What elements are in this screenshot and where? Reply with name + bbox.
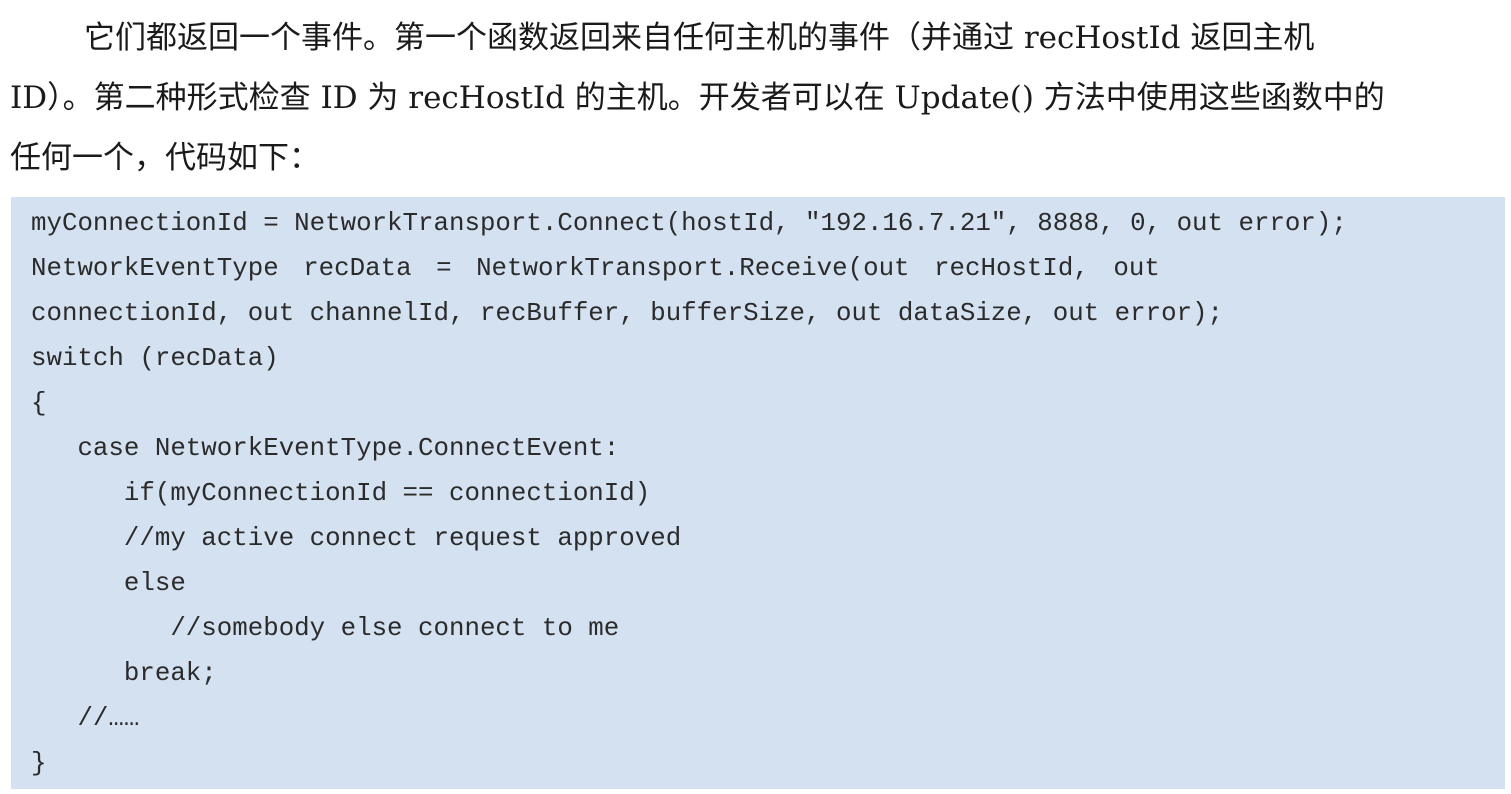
code-line: break; (31, 659, 217, 688)
code-line: else (31, 569, 186, 598)
paragraph-line: ID）。第二种形式检查 ID 为 recHostId 的主机。开发者可以在 Up… (10, 80, 1385, 116)
body-paragraph: 它们都返回一个事件。第一个函数返回来自任何主机的事件（并通过 recHostId… (10, 8, 1506, 188)
code-line: NetworkEventType recData = NetworkTransp… (31, 254, 1160, 283)
code-block: myConnectionId = NetworkTransport.Connec… (11, 197, 1505, 789)
code-line: myConnectionId = NetworkTransport.Connec… (31, 209, 1347, 238)
code-line: { (31, 389, 47, 418)
paragraph-line: 它们都返回一个事件。第一个函数返回来自任何主机的事件（并通过 recHostId… (84, 20, 1315, 56)
code-line: connectionId, out channelId, recBuffer, … (31, 299, 1224, 328)
code-line: switch (recData) (31, 344, 279, 373)
code-line: case NetworkEventType.ConnectEvent: (31, 434, 620, 463)
code-line: } (31, 749, 47, 778)
code-line: //…… (31, 704, 140, 733)
document-page: 它们都返回一个事件。第一个函数返回来自任何主机的事件（并通过 recHostId… (0, 0, 1511, 794)
code-line: //somebody else connect to me (31, 614, 620, 643)
code-line: if(myConnectionId == connectionId) (31, 479, 651, 508)
paragraph-line: 任何一个，代码如下： (10, 140, 320, 176)
code-line: //my active connect request approved (31, 524, 682, 553)
code-listing: myConnectionId = NetworkTransport.Connec… (31, 201, 1347, 786)
